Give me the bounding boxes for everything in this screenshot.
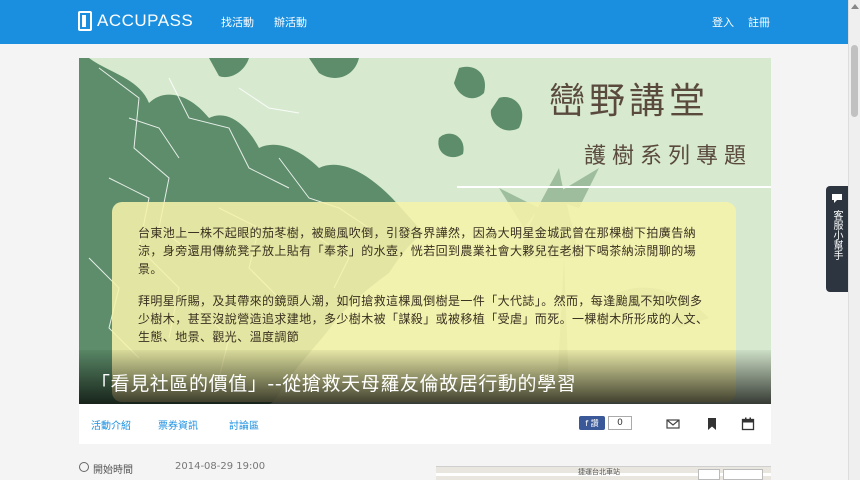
tab-event-intro[interactable]: 活動介紹: [91, 417, 131, 432]
facebook-like-widget: f 讚 0: [579, 416, 632, 430]
page-scrollbar[interactable]: [848, 0, 860, 480]
event-tabs-bar: 活動介紹 票券資訊 討論區 f 讚 0: [79, 404, 771, 444]
main-nav: 找活動 辦活動: [221, 14, 307, 30]
register-link[interactable]: 註冊: [748, 14, 770, 30]
mail-icon[interactable]: [666, 417, 680, 431]
banner-divider-line: [457, 186, 771, 188]
brand-name: ACCUPASS: [97, 11, 194, 30]
banner-paragraph: 拜明星所賜，及其帶來的鏡頭人潮，如何搶救這棵風倒樹是一件「大代誌」。然而，每逢颱…: [138, 294, 709, 344]
tab-ticket-info[interactable]: 票券資訊: [158, 417, 198, 432]
map-station-label: 捷運台北車站: [578, 468, 620, 476]
start-time-label: 開始時間: [93, 465, 133, 476]
start-time-value: 2014-08-29 19:00: [175, 461, 266, 472]
facebook-like-count: 0: [608, 416, 632, 430]
map-view-button[interactable]: [698, 469, 720, 480]
tab-discussion[interactable]: 討論區: [229, 417, 259, 432]
bookmark-icon[interactable]: [705, 417, 719, 431]
logo-icon: [78, 11, 92, 31]
event-title: 「看見社區的價值」--從搶救天母羅友倫故居行動的學習: [91, 373, 577, 395]
nav-find-events[interactable]: 找活動: [221, 14, 254, 30]
customer-service-widget[interactable]: 客服小幫手: [826, 186, 848, 292]
location-map[interactable]: 捷運台北車站: [436, 466, 771, 480]
event-info-row: 開始時間 2014-08-29 19:00 捷運台北車站: [79, 460, 771, 480]
scroll-up-arrow-icon[interactable]: [851, 4, 859, 9]
accupass-logo[interactable]: ACCUPASS: [78, 11, 193, 31]
chat-bubble-icon: [832, 194, 842, 203]
clock-icon: [79, 462, 89, 472]
map-satellite-button[interactable]: [723, 469, 763, 480]
user-links: 登入 註冊: [712, 14, 770, 30]
facebook-like-button[interactable]: f 讚: [579, 416, 605, 430]
nav-host-events[interactable]: 辦活動: [274, 14, 307, 30]
top-navbar: ACCUPASS 找活動 辦活動 登入 註冊: [0, 0, 848, 44]
calendar-icon[interactable]: [741, 417, 755, 431]
banner-subtitle: 護樹系列專題: [584, 144, 753, 169]
scroll-thumb[interactable]: [851, 45, 858, 117]
banner-paragraph: 台東池上一株不起眼的茄苳樹，被颱風吹倒，引發各界譁然，因為大明星金城武曾在那棵樹…: [138, 226, 697, 276]
customer-service-label: 客服小幫手: [831, 210, 842, 260]
banner-title: 巒野講堂: [549, 81, 710, 122]
login-link[interactable]: 登入: [712, 14, 734, 30]
